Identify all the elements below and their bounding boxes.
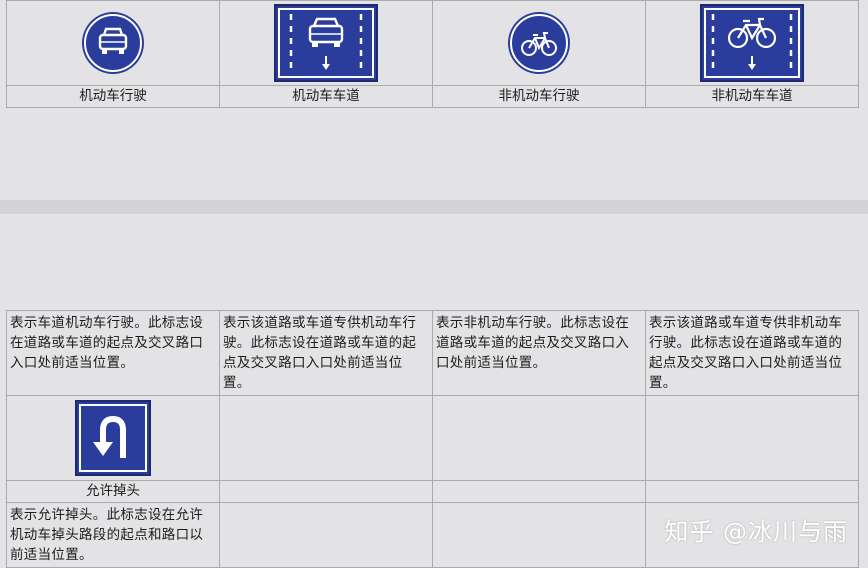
sign-cell-motor-vehicle	[6, 0, 220, 86]
description-cell: 表示该道路或车道专供机动车行驶。此标志设在道路或车道的起点及交叉路口入口处前适当…	[219, 310, 433, 396]
empty-cell	[432, 480, 646, 503]
car-lane-sign-icon	[274, 4, 378, 82]
sign-cell-non-motor-vehicle	[432, 0, 646, 86]
description-cell: 表示非机动车行驶。此标志设在道路或车道的起点及交叉路口入口处前适当位置。	[432, 310, 646, 396]
sign-label: 非机动车行驶	[432, 85, 646, 108]
empty-cell	[432, 395, 646, 481]
description-cell: 表示允许掉头。此标志设在允许机动车掉头路段的起点和路口以前适当位置。	[6, 502, 220, 568]
top-sign-table: 机动车行驶 机动车车道 非机动车行驶 非机动车车道	[6, 0, 859, 108]
sign-cell-non-motor-lane	[645, 0, 859, 86]
u-turn-sign-icon	[75, 400, 151, 476]
empty-cell	[219, 502, 433, 568]
empty-cell	[219, 480, 433, 503]
bicycle-lane-sign-icon	[700, 4, 804, 82]
description-cell: 表示该道路或车道专供非机动车行驶。此标志设在道路或车道的起点及交叉路口入口处前适…	[645, 310, 859, 396]
empty-cell	[219, 395, 433, 481]
car-circle-sign-icon	[82, 12, 144, 74]
empty-cell	[645, 395, 859, 481]
empty-cell	[432, 502, 646, 568]
sign-cell-motor-lane	[219, 0, 433, 86]
description-cell: 表示车道机动车行驶。此标志设在道路或车道的起点及交叉路口入口处前适当位置。	[6, 310, 220, 396]
sign-label: 允许掉头	[6, 480, 220, 503]
page-break-band	[0, 200, 868, 214]
sign-cell-u-turn	[6, 395, 220, 481]
sign-label: 非机动车车道	[645, 85, 859, 108]
empty-cell	[645, 480, 859, 503]
sign-label: 机动车行驶	[6, 85, 220, 108]
watermark: 知乎 @冰川与雨	[664, 518, 848, 546]
bicycle-circle-sign-icon	[508, 12, 570, 74]
sign-label: 机动车车道	[219, 85, 433, 108]
